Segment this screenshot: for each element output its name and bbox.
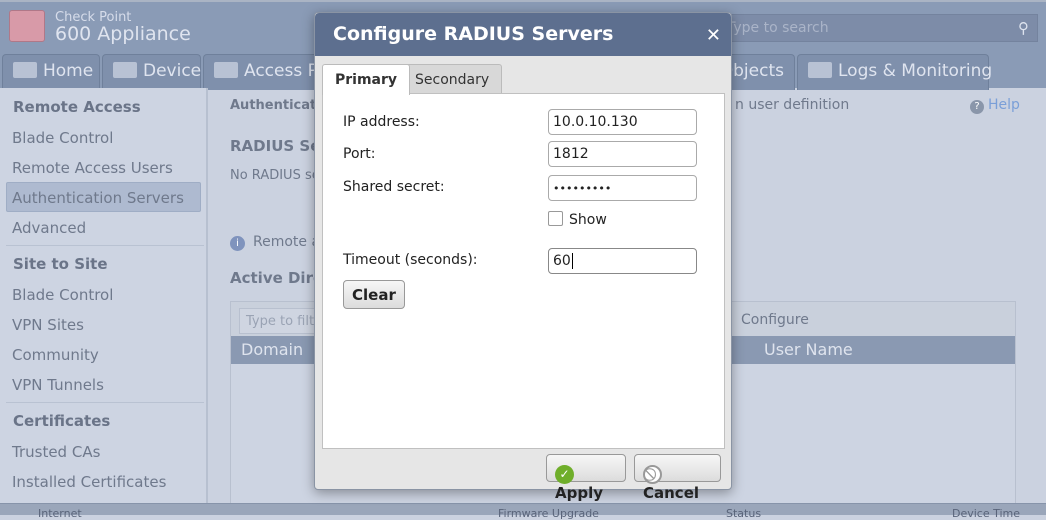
tab-primary[interactable]: Primary <box>322 64 411 95</box>
tab-device[interactable]: Device <box>102 54 201 90</box>
configure-button[interactable]: Configure <box>741 312 809 328</box>
help-label: Help <box>988 97 1020 113</box>
device-icon <box>113 62 137 78</box>
divider <box>6 402 204 403</box>
cancel-button[interactable]: ⃠Cancel <box>634 454 721 502</box>
port-input[interactable]: 1812 <box>548 141 697 167</box>
timeout-label: Timeout (seconds): <box>343 252 478 268</box>
tab-label: Home <box>43 61 94 81</box>
divider <box>6 245 204 246</box>
status-device-time[interactable]: Device Time <box>952 507 1020 520</box>
close-icon[interactable]: ✕ <box>706 25 721 46</box>
sidebar-item-trusted-cas[interactable]: Trusted CAs <box>12 443 100 461</box>
column-domain[interactable]: Domain <box>241 340 303 359</box>
text-cursor <box>571 253 573 269</box>
status-status[interactable]: Status <box>726 507 761 520</box>
search-icon[interactable]: ⚲ <box>1018 19 1029 37</box>
status-internet[interactable]: Internet <box>38 507 82 520</box>
timeout-value: 60 <box>553 253 571 269</box>
cancel-icon: ⃠ <box>643 465 662 484</box>
ip-address-input[interactable]: 10.0.10.130 <box>548 109 697 135</box>
search-placeholder: Type to search <box>727 20 829 36</box>
sidebar-item-community[interactable]: Community <box>12 346 99 364</box>
sidebar: Remote Access Blade Control Remote Acces… <box>0 88 208 505</box>
apply-button[interactable]: ✓Apply <box>546 454 626 502</box>
sidebar-item-remote-access-users[interactable]: Remote Access Users <box>12 159 173 177</box>
logs-icon <box>808 62 832 78</box>
dialog-title: Configure RADIUS Servers <box>315 13 731 56</box>
tab-label: Logs & Monitoring <box>838 61 993 81</box>
tab-secondary[interactable]: Secondary <box>402 64 503 94</box>
ip-label: IP address: <box>343 114 420 130</box>
configure-radius-dialog: Configure RADIUS Servers ✕ Primary Secon… <box>314 12 732 502</box>
secret-label: Shared secret: <box>343 179 445 195</box>
clear-button[interactable]: Clear <box>343 280 405 309</box>
tab-home[interactable]: Home <box>2 54 100 90</box>
house-icon <box>13 62 37 78</box>
sidebar-item-vpn-tunnels[interactable]: VPN Tunnels <box>12 376 104 394</box>
column-user-name[interactable]: User Name <box>764 340 853 359</box>
help-icon: ? <box>970 100 984 114</box>
apply-label: Apply <box>555 484 604 502</box>
port-label: Port: <box>343 146 376 162</box>
tab-logs-monitoring[interactable]: Logs & Monitoring <box>797 54 993 90</box>
status-bar: Internet Firmware Upgrade Status Device … <box>0 503 1046 520</box>
sidebar-item-authentication-servers[interactable]: Authentication Servers <box>12 189 184 207</box>
sidebar-item-s2s-blade-control[interactable]: Blade Control <box>12 286 113 304</box>
check-icon: ✓ <box>555 465 574 484</box>
show-checkbox[interactable] <box>548 211 563 226</box>
primary-panel: IP address: 10.0.10.130 Port: 1812 Share… <box>322 93 725 449</box>
help-link[interactable]: ? Help <box>970 97 1020 114</box>
info-icon: i <box>230 236 245 251</box>
sidebar-item-advanced[interactable]: Advanced <box>12 219 86 237</box>
tab-label: Device <box>143 61 202 81</box>
sidebar-item-blade-control[interactable]: Blade Control <box>12 129 113 147</box>
section-site-to-site: Site to Site <box>13 255 108 273</box>
status-firmware-upgrade[interactable]: Firmware Upgrade <box>498 507 599 520</box>
sidebar-item-installed-certificates[interactable]: Installed Certificates <box>12 473 166 491</box>
show-label: Show <box>569 212 607 228</box>
section-remote-access: Remote Access <box>13 98 141 116</box>
intro-text: n user definition <box>735 97 850 113</box>
cancel-label: Cancel <box>643 484 700 502</box>
brand-line2: 600 Appliance <box>55 23 191 45</box>
sidebar-item-vpn-sites[interactable]: VPN Sites <box>12 316 84 334</box>
appliance-logo <box>9 10 45 42</box>
search-input[interactable]: Type to search ⚲ <box>700 14 1038 42</box>
timeout-input[interactable]: 60 <box>548 248 697 274</box>
access-policy-icon <box>214 62 238 78</box>
section-certificates: Certificates <box>13 412 111 430</box>
shared-secret-input[interactable]: ••••••••• <box>548 175 697 201</box>
